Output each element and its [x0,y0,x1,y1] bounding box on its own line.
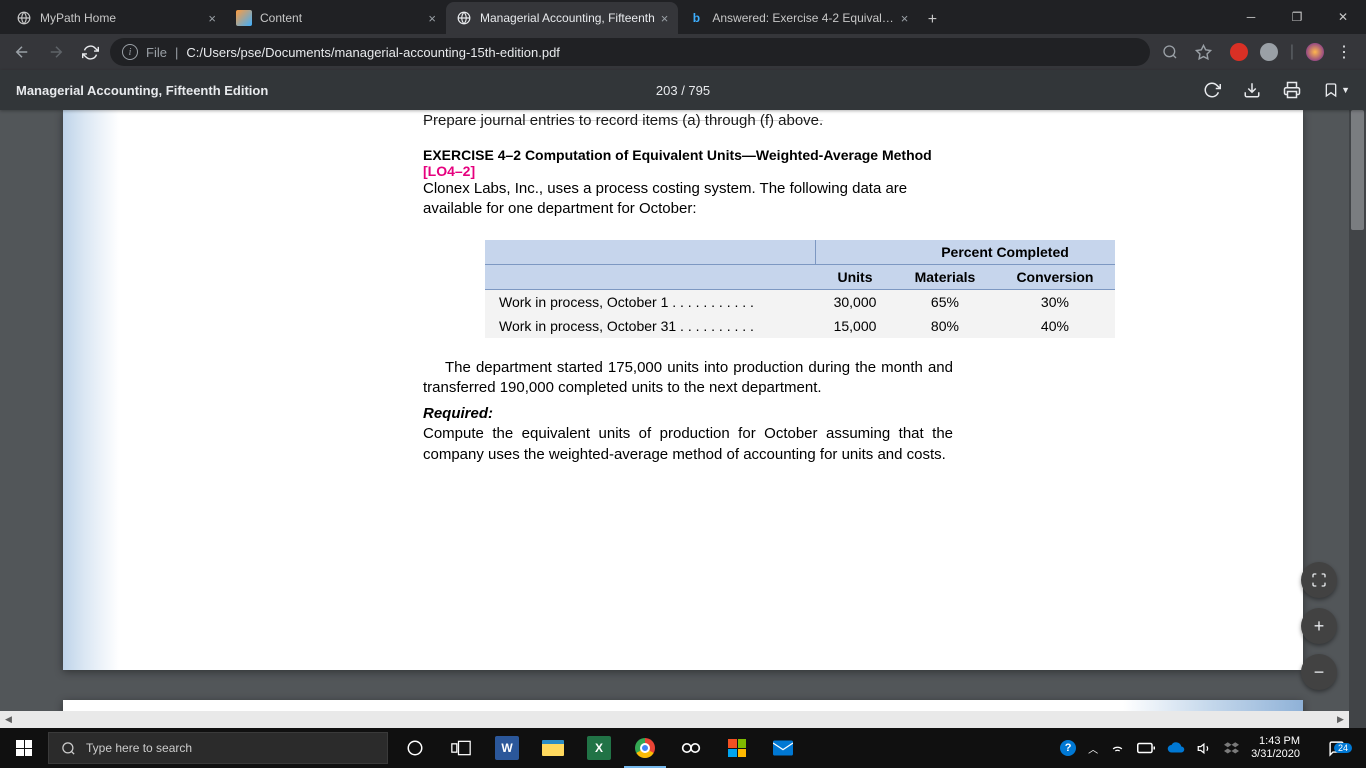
task-view-icon[interactable] [438,728,484,768]
search-placeholder: Type here to search [86,741,192,755]
close-window-button[interactable]: ✕ [1320,0,1366,34]
store-icon[interactable] [714,728,760,768]
profile-avatar[interactable] [1306,43,1324,61]
browser-tab-2[interactable]: Managerial Accounting, Fifteenth × [446,2,678,34]
close-icon[interactable]: × [901,11,909,26]
exercise-intro: Clonex Labs, Inc., uses a process costin… [423,179,953,220]
system-tray: ? ︿ 1:43 PM 3/31/2020 24 [1050,728,1366,768]
col-conversion: Conversion [995,264,1115,289]
pdf-viewport[interactable]: Prepare journal entries to record items … [0,110,1366,728]
required-text: Compute the equivalent units of producti… [423,424,953,465]
mail-icon[interactable] [760,728,806,768]
back-button[interactable] [8,38,36,66]
doc-icon [236,10,252,26]
pdf-document-title: Managerial Accounting, Fifteenth Edition [16,83,268,98]
tab-title: MyPath Home [40,11,202,25]
word-icon[interactable]: W [484,728,530,768]
windows-taskbar: Type here to search W X ? ︿ 1:43 PM 3/31… [0,728,1366,768]
clock[interactable]: 1:43 PM 3/31/2020 [1251,735,1304,760]
table-row: Work in process, October 1 . . . . . . .… [485,289,1115,314]
excel-icon[interactable]: X [576,728,622,768]
app-icon[interactable] [668,728,714,768]
pdf-page: Prepare journal entries to record items … [63,110,1303,670]
extension-icon[interactable] [1260,43,1278,61]
notifications-icon[interactable]: 24 [1316,740,1356,757]
download-icon[interactable] [1243,81,1261,99]
rotate-icon[interactable] [1203,81,1221,99]
pdf-page-indicator[interactable]: 203 / 795 [656,83,710,98]
window-controls: ─ ❐ ✕ [1228,0,1366,34]
browser-tab-1[interactable]: Content × [226,2,446,34]
tab-title: Managerial Accounting, Fifteenth [480,11,655,25]
pdf-toolbar: Managerial Accounting, Fifteenth Edition… [0,70,1366,110]
url-prefix: File [146,45,167,60]
info-icon: i [122,44,138,60]
truncated-prior-text: Prepare journal entries to record items … [423,112,953,129]
zoom-in-button[interactable]: + [1301,608,1337,644]
fit-page-button[interactable] [1301,562,1337,598]
browser-tab-3[interactable]: b Answered: Exercise 4-2 Equivalen × [678,2,918,34]
table-span-header: Percent Completed [895,240,1115,265]
extension-icons: | ⋮ [1224,42,1358,62]
reload-button[interactable] [76,38,104,66]
required-label: Required: [423,404,953,424]
start-button[interactable] [0,728,48,768]
col-materials: Materials [895,264,995,289]
zoom-icon[interactable] [1156,38,1184,66]
bartleby-icon: b [688,10,704,26]
browser-tab-0[interactable]: MyPath Home × [6,2,226,34]
extension-icon[interactable] [1230,43,1248,61]
menu-icon[interactable]: ⋮ [1336,42,1352,62]
close-icon[interactable]: × [208,11,216,26]
col-units: Units [815,264,895,289]
close-icon[interactable]: × [428,11,436,26]
wifi-icon[interactable] [1110,741,1125,756]
new-tab-button[interactable]: + [918,6,946,34]
star-icon[interactable] [1190,38,1218,66]
exercise-para2: The department started 175,000 units int… [423,358,953,399]
table-row: Work in process, October 31 . . . . . . … [485,314,1115,338]
forward-button[interactable] [42,38,70,66]
zoom-out-button[interactable]: − [1301,654,1337,690]
browser-tab-strip: MyPath Home × Content × Managerial Accou… [0,0,1366,34]
taskbar-search[interactable]: Type here to search [48,732,388,764]
exercise-heading: EXERCISE 4–2 Computation of Equivalent U… [423,147,953,179]
minimize-button[interactable]: ─ [1228,0,1274,34]
notif-badge: 24 [1334,743,1352,753]
scroll-right-icon[interactable]: ▶ [1332,711,1349,728]
bookmark-icon[interactable]: ▼ [1323,82,1350,98]
address-bar: i File | C:/Users/pse/Documents/manageri… [0,34,1366,70]
globe-icon [16,10,32,26]
file-explorer-icon[interactable] [530,728,576,768]
windows-logo-icon [16,740,32,756]
cortana-icon[interactable] [392,728,438,768]
wip-table: Percent Completed Units Materials Conver… [485,240,1115,338]
print-icon[interactable] [1283,81,1301,99]
onedrive-icon[interactable] [1167,742,1185,754]
volume-icon[interactable] [1197,741,1212,756]
omnibox[interactable]: i File | C:/Users/pse/Documents/manageri… [110,38,1150,66]
tray-chevron-icon[interactable]: ︿ [1088,741,1098,756]
dropbox-icon[interactable] [1224,741,1239,756]
tab-title: Answered: Exercise 4-2 Equivalen [712,11,894,25]
horizontal-scrollbar[interactable]: ◀ ▶ [0,711,1349,728]
scroll-left-icon[interactable]: ◀ [0,711,17,728]
globe-icon [456,10,472,26]
battery-icon[interactable] [1137,742,1155,754]
vertical-scrollbar[interactable] [1349,110,1366,728]
help-icon[interactable]: ? [1060,740,1076,756]
chrome-icon[interactable] [622,728,668,768]
tab-title: Content [260,11,422,25]
maximize-button[interactable]: ❐ [1274,0,1320,34]
url-text: C:/Users/pse/Documents/managerial-accoun… [186,45,560,60]
close-icon[interactable]: × [661,11,669,26]
